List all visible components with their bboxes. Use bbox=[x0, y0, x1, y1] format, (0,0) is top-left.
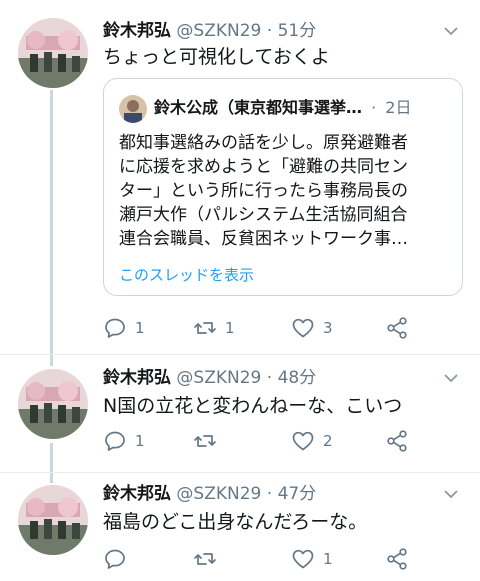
tweet-1[interactable]: 鈴木邦弘 @SZKN29 · 51分 ちょっと可視化しておくよ 鈴木公成（東京都… bbox=[0, 0, 480, 352]
tweet-header: 鈴木邦弘 @SZKN29 · 51分 bbox=[103, 20, 316, 42]
timestamp[interactable]: 51分 bbox=[278, 21, 317, 41]
quoted-text-line: 都知事選絡みの話を少し。原発避難者 bbox=[119, 133, 408, 153]
heart-icon bbox=[292, 318, 314, 338]
avatar[interactable] bbox=[18, 485, 88, 555]
quoted-avatar-image bbox=[119, 95, 147, 123]
like-count: 1 bbox=[323, 550, 333, 568]
retweet-icon bbox=[194, 322, 216, 334]
avatar[interactable] bbox=[18, 18, 88, 88]
retweet-count: 1 bbox=[225, 319, 235, 337]
display-name[interactable]: 鈴木邦弘 bbox=[103, 21, 171, 41]
user-handle[interactable]: @SZKN29 bbox=[176, 21, 261, 41]
like-count: 3 bbox=[323, 319, 333, 337]
quoted-tweet[interactable]: 鈴木公成（東京都知事選挙… · 2日 都知事選絡みの話を少し。原発避難者 に応援… bbox=[103, 78, 463, 296]
retweet-button[interactable]: 1 bbox=[193, 314, 235, 342]
timestamp[interactable]: 47分 bbox=[278, 484, 317, 504]
reply-icon bbox=[105, 318, 125, 338]
tweet-header: 鈴木邦弘 @SZKN29 · 47分 bbox=[103, 483, 316, 505]
tweet-text: 福島のどこ出身なんだろーな。 bbox=[103, 511, 368, 533]
display-name[interactable]: 鈴木邦弘 bbox=[103, 484, 171, 504]
tweet-actions: 1 bbox=[103, 545, 423, 573]
quoted-separator-dot: · bbox=[371, 98, 377, 117]
display-name[interactable]: 鈴木邦弘 bbox=[103, 368, 171, 388]
like-button[interactable]: 1 bbox=[291, 545, 333, 573]
tweet-header: 鈴木邦弘 @SZKN29 · 48分 bbox=[103, 367, 316, 389]
quoted-text-line: 連合会職員、反貧困ネットワーク事… bbox=[119, 229, 408, 249]
chevron-down-icon[interactable] bbox=[444, 373, 458, 383]
tweet-text: ちょっと可視化しておくよ bbox=[103, 46, 330, 68]
share-icon bbox=[387, 548, 407, 570]
avatar[interactable] bbox=[18, 369, 88, 439]
share-button[interactable] bbox=[385, 427, 409, 455]
quoted-text-line: 瀬戸大作（パルシステム生活協同組合 bbox=[119, 205, 408, 225]
avatar-image bbox=[18, 18, 88, 88]
tweet-3[interactable]: 鈴木邦弘 @SZKN29 · 47分 福島のどこ出身なんだろーな。 1 bbox=[0, 473, 480, 581]
retweet-button[interactable] bbox=[193, 545, 225, 573]
quoted-timestamp: 2日 bbox=[385, 98, 412, 117]
heart-icon bbox=[292, 431, 314, 451]
quoted-avatar bbox=[119, 95, 147, 123]
reply-button[interactable] bbox=[103, 545, 135, 573]
user-handle[interactable]: @SZKN29 bbox=[176, 368, 261, 388]
tweet-actions: 1 1 3 bbox=[103, 314, 423, 342]
like-button[interactable]: 3 bbox=[291, 314, 333, 342]
timestamp[interactable]: 48分 bbox=[278, 368, 317, 388]
reply-button[interactable]: 1 bbox=[103, 314, 145, 342]
separator-dot: · bbox=[266, 368, 273, 388]
like-button[interactable]: 2 bbox=[291, 427, 333, 455]
user-handle[interactable]: @SZKN29 bbox=[176, 484, 261, 504]
chevron-down-icon[interactable] bbox=[444, 489, 458, 499]
quoted-header: 鈴木公成（東京都知事選挙… · 2日 bbox=[154, 97, 411, 119]
separator-dot: · bbox=[266, 21, 273, 41]
quoted-text: 都知事選絡みの話を少し。原発避難者 に応援を求めようと「避難の共同セン ター」と… bbox=[119, 131, 449, 251]
like-count: 2 bbox=[323, 432, 333, 450]
reply-icon bbox=[105, 431, 125, 451]
reply-icon bbox=[105, 549, 125, 569]
quoted-text-line: ター」という所に行ったら事務局長の bbox=[119, 181, 408, 201]
show-thread-link[interactable]: このスレッドを表示 bbox=[119, 264, 254, 285]
retweet-icon bbox=[194, 553, 216, 565]
share-icon bbox=[387, 317, 407, 339]
reply-count: 1 bbox=[135, 319, 145, 337]
retweet-button[interactable] bbox=[193, 427, 225, 455]
reply-count: 1 bbox=[135, 432, 145, 450]
quoted-text-line: に応援を求めようと「避難の共同セン bbox=[119, 157, 408, 177]
share-icon bbox=[387, 430, 407, 452]
tweet-text: N国の立花と変わんねーな、こいつ bbox=[103, 395, 403, 417]
heart-icon bbox=[292, 549, 314, 569]
quoted-display-name: 鈴木公成（東京都知事選挙… bbox=[154, 98, 363, 117]
separator-dot: · bbox=[266, 484, 273, 504]
tweet-actions: 1 2 bbox=[103, 427, 423, 455]
tweet-2[interactable]: 鈴木邦弘 @SZKN29 · 48分 N国の立花と変わんねーな、こいつ 1 2 bbox=[0, 355, 480, 473]
avatar-image bbox=[18, 485, 88, 555]
retweet-icon bbox=[194, 435, 216, 447]
share-button[interactable] bbox=[385, 314, 409, 342]
share-button[interactable] bbox=[385, 545, 409, 573]
chevron-down-icon[interactable] bbox=[444, 26, 458, 36]
avatar-image bbox=[18, 369, 88, 439]
reply-button[interactable]: 1 bbox=[103, 427, 145, 455]
